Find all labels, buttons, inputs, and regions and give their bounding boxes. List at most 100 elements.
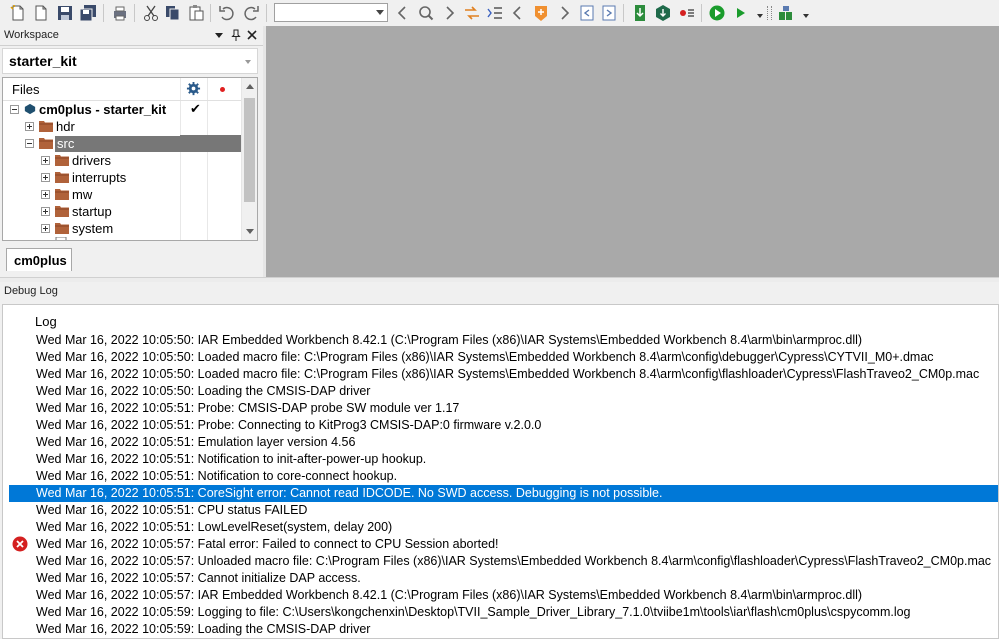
cut-icon[interactable] [142, 4, 160, 22]
go-to-icon[interactable] [486, 4, 504, 22]
expand-icon[interactable] [25, 122, 34, 131]
log-line-error[interactable]: Wed Mar 16, 2022 10:05:57: Fatal error: … [9, 536, 998, 553]
expand-icon[interactable] [41, 156, 50, 165]
expand-icon[interactable] [41, 190, 50, 199]
main-toolbar [0, 0, 999, 27]
save-all-icon[interactable] [79, 4, 97, 22]
log-line-text: Wed Mar 16, 2022 10:05:51: Emulation lay… [36, 435, 356, 449]
new-file-icon[interactable] [9, 4, 27, 22]
tree-item-partial [3, 237, 241, 240]
bookmark-icon[interactable] [532, 4, 550, 22]
log-line[interactable]: Wed Mar 16, 2022 10:05:57: Unloaded macr… [9, 553, 998, 570]
collapse-icon[interactable] [10, 105, 19, 114]
files-column-header[interactable]: Files [12, 82, 39, 97]
log-line-text: Wed Mar 16, 2022 10:05:57: Cannot initia… [36, 571, 361, 585]
next-bookmark-icon[interactable] [600, 4, 618, 22]
tree-item-label: startup [72, 204, 112, 219]
log-line[interactable]: Wed Mar 16, 2022 10:05:50: Loaded macro … [9, 366, 998, 383]
editor-area [266, 26, 999, 278]
expand-icon[interactable] [41, 224, 50, 233]
navigate-back-icon[interactable] [509, 4, 527, 22]
log-line-text: Wed Mar 16, 2022 10:05:57: Fatal error: … [36, 537, 499, 551]
tree-item-label: interrupts [72, 170, 127, 185]
file-tree-header: Files [3, 78, 241, 101]
undo-icon[interactable] [218, 4, 236, 22]
log-line[interactable]: Wed Mar 16, 2022 10:05:59: Logging to fi… [9, 604, 998, 621]
collapse-icon[interactable] [25, 139, 34, 148]
find-icon[interactable] [417, 4, 435, 22]
log-line[interactable]: Wed Mar 16, 2022 10:05:51: Notification … [9, 468, 998, 485]
log-line[interactable]: Wed Mar 16, 2022 10:05:59: Loading the C… [9, 621, 998, 638]
dropdown-arrow-icon[interactable] [803, 14, 809, 18]
open-file-icon[interactable] [32, 4, 50, 22]
log-line[interactable]: Wed Mar 16, 2022 10:05:51: Probe: CMSIS-… [9, 400, 998, 417]
find-combobox[interactable] [274, 3, 388, 22]
log-line[interactable]: Wed Mar 16, 2022 10:05:57: IAR Embedded … [9, 587, 998, 604]
log-line[interactable]: Wed Mar 16, 2022 10:05:50: Loading the C… [9, 383, 998, 400]
log-line-text: Wed Mar 16, 2022 10:05:51: CPU status FA… [36, 503, 308, 517]
make-icon[interactable] [654, 4, 672, 22]
layout-icon[interactable] [777, 4, 795, 22]
chevron-down-icon[interactable] [376, 10, 384, 15]
paste-icon[interactable] [187, 4, 205, 22]
debug-without-download-icon[interactable] [731, 4, 749, 22]
folder-icon [55, 222, 69, 234]
tree-item-hdr[interactable]: hdr [3, 118, 241, 135]
breakpoint-icon[interactable] [678, 4, 696, 22]
log-line[interactable]: Wed Mar 16, 2022 10:05:51: Notification … [9, 451, 998, 468]
gear-icon[interactable] [186, 81, 201, 96]
tab-cm0plus[interactable]: cm0plus [6, 248, 72, 271]
log-line[interactable]: Wed Mar 16, 2022 10:05:50: IAR Embedded … [9, 332, 998, 349]
workspace-title: Workspace [4, 29, 59, 41]
tree-item-system[interactable]: system [3, 220, 241, 237]
folder-icon [39, 120, 53, 132]
log-line-text: Wed Mar 16, 2022 10:05:51: Notification … [36, 469, 398, 483]
log-line[interactable]: Wed Mar 16, 2022 10:05:50: Loaded macro … [9, 349, 998, 366]
tree-item-label: src [55, 136, 181, 152]
download-icon[interactable] [631, 4, 649, 22]
file-tree-scrollbar[interactable] [241, 78, 257, 240]
error-icon [12, 536, 28, 552]
folder-icon [55, 171, 69, 183]
find-back-icon[interactable] [394, 4, 412, 22]
scroll-up-icon[interactable] [246, 84, 254, 89]
log-line[interactable]: Wed Mar 16, 2022 10:05:51: Probe: Connec… [9, 417, 998, 434]
log-line-text: Wed Mar 16, 2022 10:05:51: Notification … [36, 452, 427, 466]
panel-menu-icon[interactable] [212, 28, 226, 42]
tree-item-drivers[interactable]: drivers [3, 152, 241, 169]
folder-icon [55, 154, 69, 166]
navigate-forward-icon[interactable] [555, 4, 573, 22]
log-line[interactable]: Wed Mar 16, 2022 10:05:51: CPU status FA… [9, 502, 998, 519]
tree-item-mw[interactable]: mw [3, 186, 241, 203]
log-line[interactable]: Wed Mar 16, 2022 10:05:51: LowLevelReset… [9, 519, 998, 536]
scrollbar-thumb[interactable] [244, 98, 255, 202]
print-icon[interactable] [111, 4, 129, 22]
log-line-text: Wed Mar 16, 2022 10:05:50: Loading the C… [36, 384, 371, 398]
expand-icon[interactable] [41, 207, 50, 216]
log-line[interactable]: Wed Mar 16, 2022 10:05:57: Cannot initia… [9, 570, 998, 587]
toggle-bookmark-icon[interactable] [463, 4, 481, 22]
tree-item-label: system [72, 221, 114, 236]
tree-item-startup[interactable]: startup [3, 203, 241, 220]
redo-icon[interactable] [242, 4, 260, 22]
tree-item-src[interactable]: src [3, 135, 241, 152]
save-icon[interactable] [56, 4, 74, 22]
log-line-selected[interactable]: Wed Mar 16, 2022 10:05:51: CoreSight err… [9, 485, 998, 502]
tree-item-project[interactable]: cm0plus - starter_kit ✔ [3, 101, 241, 118]
previous-bookmark-icon[interactable] [578, 4, 596, 22]
log-line-text: Wed Mar 16, 2022 10:05:51: LowLevelReset… [36, 520, 393, 534]
close-icon[interactable] [245, 28, 259, 42]
tree-item-interrupts[interactable]: interrupts [3, 169, 241, 186]
log-column-header[interactable]: Log [35, 314, 57, 329]
dropdown-arrow-icon[interactable] [757, 14, 763, 18]
log-line[interactable]: Wed Mar 16, 2022 10:05:51: Emulation lay… [9, 434, 998, 451]
pin-icon[interactable] [229, 28, 243, 42]
copy-icon[interactable] [164, 4, 182, 22]
find-forward-icon[interactable] [440, 4, 458, 22]
download-and-debug-icon[interactable] [708, 4, 726, 22]
chevron-down-icon[interactable] [245, 60, 251, 64]
log-line-text: Wed Mar 16, 2022 10:05:57: IAR Embedded … [36, 588, 863, 602]
expand-icon[interactable] [41, 173, 50, 182]
project-selector[interactable]: starter_kit [2, 48, 258, 74]
scroll-down-icon[interactable] [246, 229, 254, 234]
